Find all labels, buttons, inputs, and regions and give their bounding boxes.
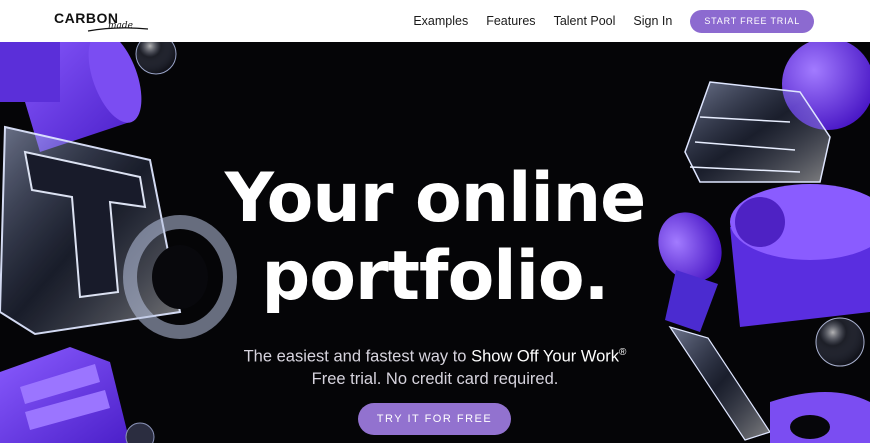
purple-donut-shape [770, 392, 870, 443]
glass-bubble-small [135, 42, 177, 75]
nav-sign-in[interactable]: Sign In [633, 14, 672, 28]
hero-headline-line2: portfolio. [261, 237, 610, 316]
main-nav: Examples Features Talent Pool Sign In ST… [413, 0, 814, 42]
site-header: CARBON made Examples Features Talent Poo… [0, 0, 870, 42]
carbonmade-logo[interactable]: CARBON made [54, 8, 154, 34]
try-it-for-free-button[interactable]: TRY IT FOR FREE [358, 403, 511, 435]
hero-subtitle-line2: Free trial. No credit card required. [311, 369, 559, 388]
hero-headline-line1: Your online [224, 159, 647, 238]
hero-subtitle: The easiest and fastest way to Show Off … [0, 342, 870, 390]
registered-mark: ® [619, 347, 627, 358]
start-free-trial-button[interactable]: START FREE TRIAL [690, 9, 814, 33]
nav-examples[interactable]: Examples [413, 14, 468, 28]
nav-features[interactable]: Features [486, 14, 535, 28]
subtitle-lead: The easiest and fastest way to [243, 347, 472, 366]
subtitle-highlight: Show Off Your Work [471, 347, 620, 366]
hero-section: Your online portfolio. The easiest and f… [0, 42, 870, 443]
hero-headline: Your online portfolio. [0, 160, 870, 316]
nav-talent-pool[interactable]: Talent Pool [554, 14, 616, 28]
logo-swash-icon [87, 27, 149, 32]
hero-subtitle-line1: The easiest and fastest way to Show Off … [0, 342, 870, 368]
